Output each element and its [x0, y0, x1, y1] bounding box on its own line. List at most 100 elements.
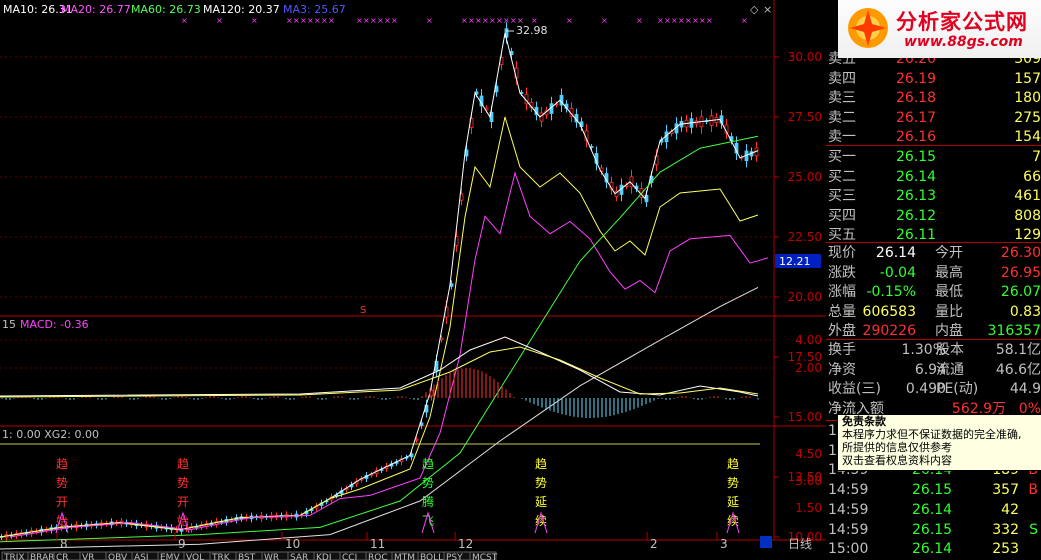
- quote-row: 买二 26.14 66: [826, 168, 1041, 187]
- stat-label: 最高: [935, 264, 963, 281]
- bid-level-label: 买三: [828, 188, 856, 204]
- stat-value: 46.6亿: [995, 361, 1041, 378]
- xg-tick: 3.00: [795, 474, 822, 488]
- macd-tick: 4.00: [795, 333, 822, 347]
- stat-value: 26.14: [875, 245, 916, 261]
- tick-flag: B: [1028, 482, 1038, 499]
- signal-mark: ×: [482, 16, 489, 25]
- ask-price: 26.17: [896, 109, 937, 126]
- signal-mark: ×: [461, 16, 468, 25]
- quote-row: 收益(三) 0.490 PE(动) 44.9: [826, 380, 1041, 399]
- stat-label: 总量: [828, 303, 856, 320]
- signal-mark: ×: [706, 16, 713, 25]
- signal-mark: ×: [699, 16, 706, 25]
- stat-label: 量比: [935, 303, 963, 320]
- bid-level-label: 买二: [828, 168, 856, 185]
- signal-mark: ×: [741, 16, 748, 25]
- signal-mark: ×: [328, 16, 335, 25]
- ask-level-label: 卖三: [828, 90, 856, 106]
- signal-mark: ×: [601, 16, 608, 25]
- indicator-tab-label: MCST: [472, 553, 498, 560]
- logo-title: 分析家公式网: [896, 10, 1028, 34]
- signal-mark: ×: [321, 16, 328, 25]
- high-price-label: 32.98: [516, 24, 548, 37]
- tick-time: 15:00: [828, 541, 869, 558]
- close-icon[interactable]: ×: [763, 3, 772, 16]
- signal-mark: ×: [356, 16, 363, 25]
- signal-char: 势: [422, 476, 434, 490]
- indicator-tab-label: ASI: [134, 553, 149, 560]
- quote-row: 14:59 26.15 357 B: [826, 481, 1041, 500]
- price-tick: 20.00: [788, 290, 822, 304]
- price-tick: 15.00: [788, 410, 822, 424]
- tick-volume: 357: [992, 482, 1019, 499]
- logo-url: www.88gs.com: [904, 34, 1023, 50]
- site-logo: 分析家公式网 www.88gs.com: [838, 0, 1041, 58]
- price-tick: 25.00: [788, 170, 822, 184]
- x-month-label: 3: [720, 537, 728, 551]
- signal-mark: ×: [370, 16, 377, 25]
- price-tick: 27.50: [788, 110, 822, 124]
- quote-row: 14:59 26.14 42: [826, 501, 1041, 520]
- price-tick: 30.00: [788, 50, 822, 64]
- ask-volume: 180: [1014, 90, 1041, 106]
- indicator-tab-label: MTM: [394, 553, 415, 560]
- x-month-label: 8: [60, 537, 68, 551]
- quote-row: 涨跌 -0.04 最高 26.95: [826, 264, 1041, 283]
- stat-label: 流通: [936, 361, 964, 378]
- signal-mark: ×: [216, 16, 223, 25]
- indicator-tab-label: SAR: [290, 553, 308, 560]
- bid-price: 26.14: [896, 168, 937, 185]
- diamond-icon[interactable]: ◇: [750, 3, 759, 16]
- quote-row: 14:59 26.15 332 S: [826, 521, 1041, 540]
- stat-value: 26.07: [1000, 284, 1041, 300]
- signal-mark: ×: [363, 16, 370, 25]
- x-month-label: 12: [458, 537, 473, 551]
- signal-char: 势: [727, 476, 739, 490]
- stat-label: 涨跌: [828, 264, 856, 281]
- tooltip-line: 双击查看权息资料内容: [842, 454, 952, 467]
- signal-mark: ×: [181, 16, 188, 25]
- tick-volume: 42: [1001, 501, 1019, 518]
- signal-char: 趋: [56, 457, 68, 471]
- signal-mark: ×: [566, 16, 573, 25]
- book-divider: [826, 145, 1041, 146]
- quote-panel: 卖五 26.20 309 卖四 26.19 157 卖三 26.18 180 卖二 26.17 275…: [826, 0, 1041, 560]
- ma-label: MA3: 25.67: [283, 3, 346, 16]
- stat-value: 26.95: [1000, 264, 1041, 281]
- bid-volume: 66: [1023, 168, 1041, 185]
- stat-value: -0.15%: [866, 284, 916, 300]
- signal-mark: ×: [307, 16, 314, 25]
- stat-value: 44.9: [1009, 381, 1041, 397]
- chart-frame: [0, 0, 774, 540]
- signal-mark: ×: [636, 16, 643, 25]
- signal-mark: ×: [475, 16, 482, 25]
- signal-mark: ×: [678, 16, 685, 25]
- bid-volume: 808: [1014, 207, 1041, 224]
- book-divider: [826, 242, 1041, 243]
- quote-row: 换手 1.30% 股本 58.1亿: [826, 341, 1041, 360]
- stat-label: 最低: [935, 284, 963, 300]
- macd-num: 15: [2, 318, 16, 331]
- signal-mark: ×: [685, 16, 692, 25]
- disclaimer-tooltip[interactable]: 免责条款 本程序力求但不保证数据的完全准确, 所提供的信息仅供参考 双击查看权息…: [837, 414, 1041, 471]
- indicator-tab-label: VOL: [186, 553, 204, 560]
- stat-label: 净资: [828, 361, 856, 378]
- period-label: 日线: [788, 537, 812, 551]
- price-tick: 22.50: [788, 230, 822, 244]
- indicator-tab-label: ROC: [368, 553, 388, 560]
- stat-label: PE(动): [936, 381, 979, 397]
- tick-price: 26.14: [912, 501, 953, 518]
- signal-mark: ×: [377, 16, 384, 25]
- indicator-tab-label: KDJ: [316, 553, 332, 560]
- signal-char: 势: [535, 476, 547, 490]
- macd-label: MACD: -0.36: [20, 318, 89, 331]
- scroll-button[interactable]: [760, 536, 772, 548]
- tick-price: 26.15: [912, 482, 953, 499]
- signal-mark: ×: [300, 16, 307, 25]
- x-month-label: 9: [178, 537, 186, 551]
- quote-row: 买四 26.12 808: [826, 207, 1041, 226]
- tooltip-line: 本程序力求但不保证数据的完全准确,: [842, 428, 1022, 441]
- indicator-tab-label: CCI: [342, 553, 357, 560]
- xg-tick: 4.50: [795, 447, 822, 461]
